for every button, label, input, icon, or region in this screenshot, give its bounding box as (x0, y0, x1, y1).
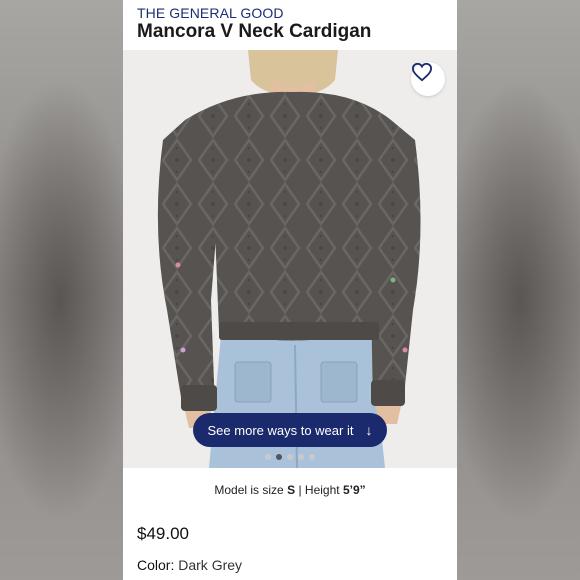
color-label: Color: (137, 557, 175, 573)
model-height-value: 5’9” (342, 483, 366, 497)
color-value: Dark Grey (178, 557, 243, 573)
model-size-value: S (287, 483, 296, 497)
model-height-prefix: Height (304, 483, 340, 497)
see-more-ways-button[interactable]: See more ways to wear it ↓ (193, 413, 387, 447)
color-selection: Color: Dark Grey (137, 557, 242, 573)
product-card: THE GENERAL GOOD Mancora V Neck Cardigan (123, 0, 457, 580)
model-size-prefix: Model is size (214, 483, 284, 497)
cta-label: See more ways to wear it (207, 422, 354, 438)
carousel-dot[interactable] (287, 454, 293, 460)
separator: | (298, 483, 302, 497)
carousel-dot[interactable] (298, 454, 304, 460)
carousel-dots (123, 454, 457, 460)
product-photo (157, 50, 421, 468)
product-price: $49.00 (137, 524, 189, 543)
model-size-info: Model is size S | Height 5’9” (123, 483, 457, 497)
brand-name[interactable]: THE GENERAL GOOD (137, 5, 284, 21)
carousel-dot[interactable] (265, 454, 271, 460)
carousel-dot[interactable] (309, 454, 315, 460)
favorite-button[interactable] (411, 62, 445, 96)
arrow-down-icon: ↓ (365, 422, 373, 438)
carousel-dot-active[interactable] (276, 454, 282, 460)
heart-icon (411, 62, 433, 82)
product-image-gallery[interactable]: See more ways to wear it ↓ (123, 50, 457, 468)
product-title: Mancora V Neck Cardigan (137, 21, 372, 42)
